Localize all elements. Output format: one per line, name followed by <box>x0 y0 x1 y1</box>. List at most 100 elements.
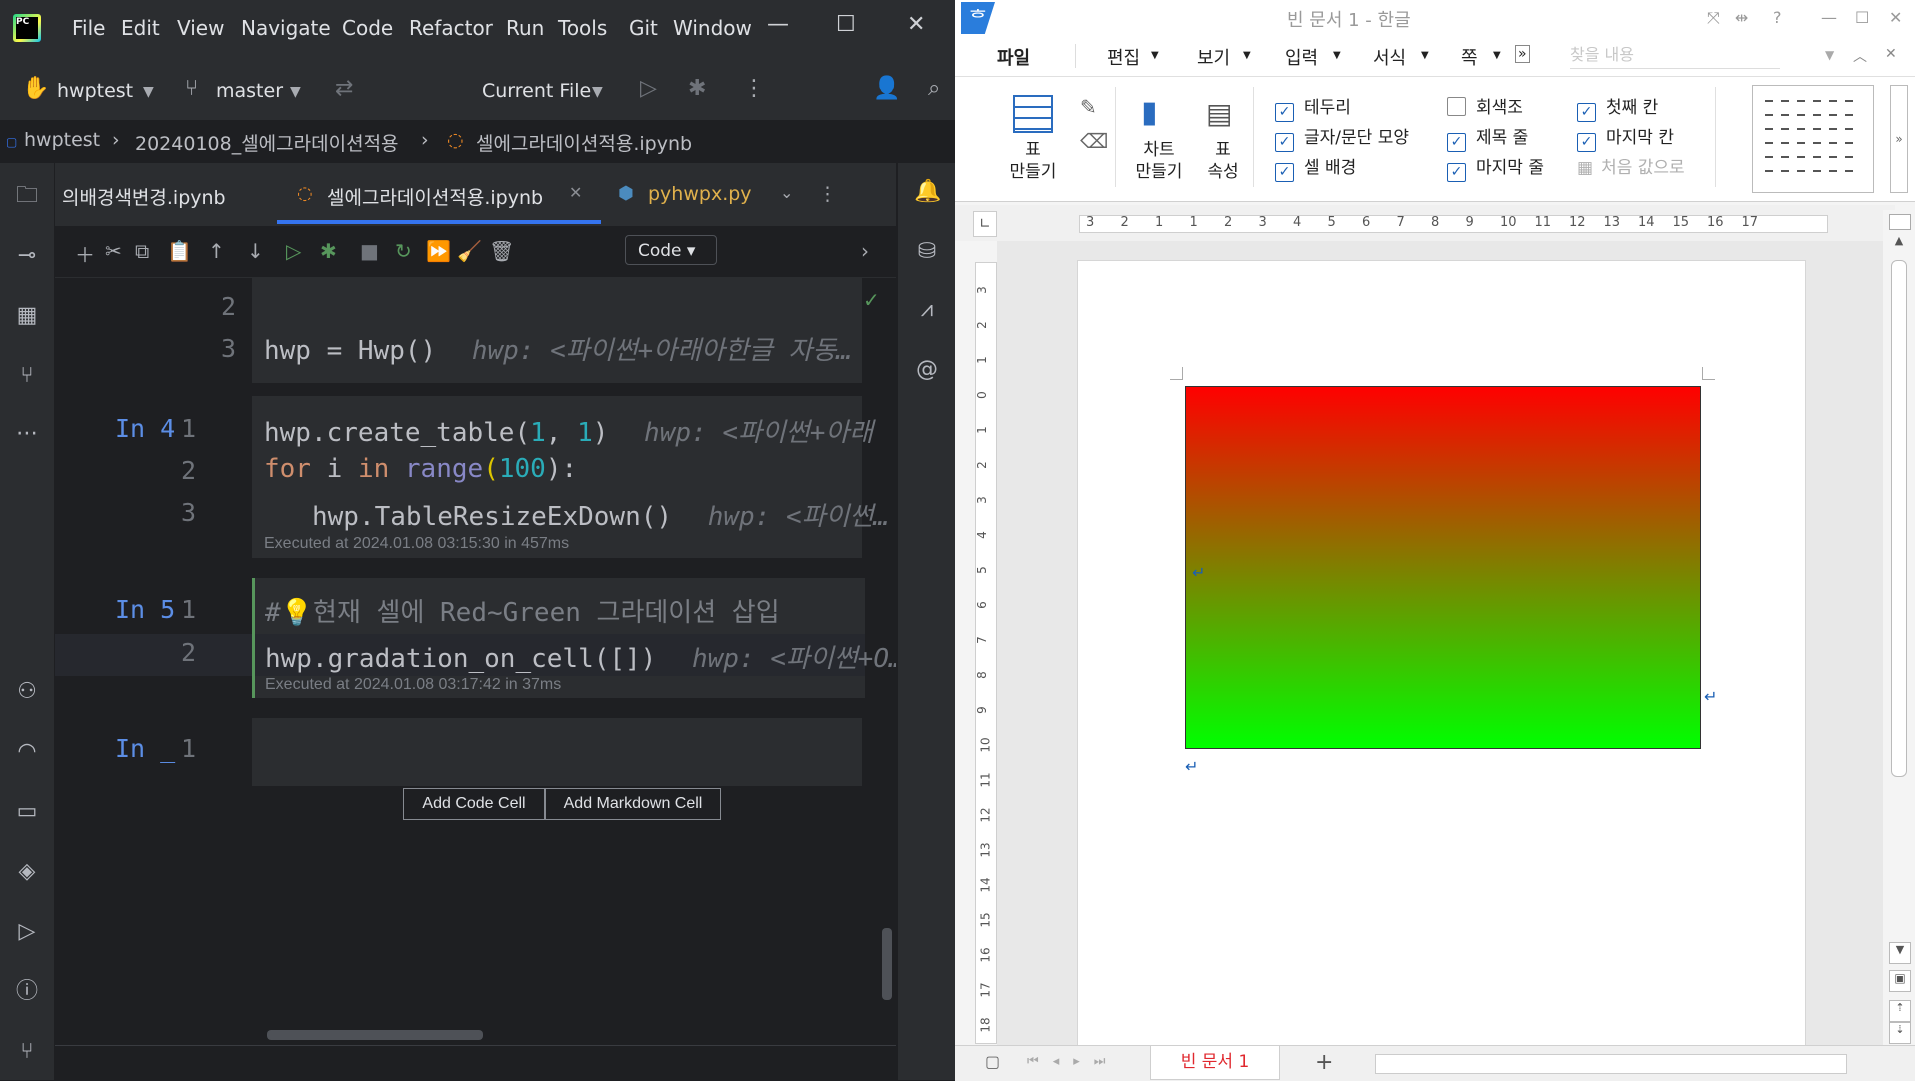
tabs-dropdown-icon[interactable]: ⌄ <box>780 183 793 202</box>
menu-edit[interactable]: Edit <box>121 16 160 40</box>
checkbox-grayscale[interactable]: 회색조 <box>1447 93 1523 118</box>
stop-icon[interactable]: ■ <box>360 239 379 263</box>
table-style-preview[interactable] <box>1752 85 1874 193</box>
copy-icon[interactable]: ⧉ <box>135 239 149 263</box>
fullscreen-icon[interactable]: ⤧ <box>1707 8 1720 28</box>
ribbon-expand-icon[interactable]: » <box>1890 85 1908 193</box>
help-icon[interactable]: ? <box>1773 8 1782 27</box>
add-markdown-cell-button[interactable]: Add Markdown Cell <box>545 788 721 820</box>
menu-file[interactable]: 파일 <box>997 44 1030 70</box>
menu-edit[interactable]: 편집 <box>1107 44 1140 70</box>
jupyter-icon[interactable]: ◠ <box>14 739 40 765</box>
menu-refactor[interactable]: Refactor <box>409 16 493 40</box>
checkbox-box[interactable]: ✓ <box>1577 133 1596 152</box>
menu-format[interactable]: 서식 <box>1373 44 1406 70</box>
scroll-up-icon[interactable]: ▲ <box>1889 234 1909 254</box>
next-page-icon[interactable]: ⇣ <box>1889 1022 1911 1044</box>
more-icon[interactable]: ⋮ <box>818 183 837 205</box>
cut-icon[interactable]: ✂ <box>105 239 122 263</box>
tab-bgcolor-notebook[interactable]: 의배경색변경.ipynb <box>62 183 226 210</box>
ai-assistant-icon[interactable]: @ <box>914 357 940 382</box>
database-icon[interactable]: ⛁ <box>914 239 940 264</box>
search-icon[interactable]: ⌕ <box>928 76 940 101</box>
cell-type-select[interactable]: Code ▾ <box>625 235 717 265</box>
pull-requests-icon[interactable]: ⑂ <box>14 363 40 389</box>
add-tab-icon[interactable]: + <box>1315 1050 1333 1075</box>
make-chart-button[interactable]: 차트 만들기 <box>1129 139 1189 183</box>
menu-view[interactable]: 보기 <box>1197 44 1230 70</box>
move-up-icon[interactable]: ↑ <box>208 239 225 263</box>
paste-icon[interactable]: 📋 <box>167 239 192 263</box>
table-erase-icon[interactable]: ⌫ <box>1080 129 1108 153</box>
minimize-icon[interactable]: — <box>1821 8 1837 27</box>
restart-icon[interactable]: ↻ <box>395 239 412 263</box>
code-cell[interactable]: hwp = Hwp() hwp: <파이썬+아래아한글 자동… <box>252 278 862 383</box>
maximize-icon[interactable]: ☐ <box>836 12 856 37</box>
menu-navigate[interactable]: Navigate <box>241 16 331 40</box>
checkbox-box[interactable] <box>1447 97 1466 116</box>
layers-icon[interactable]: ◈ <box>14 859 40 885</box>
debug-icon[interactable]: ✱ <box>688 76 706 101</box>
document-page[interactable]: ↵ ↵ ↵ <box>1078 261 1805 1051</box>
commit-icon[interactable]: ⊸ <box>14 243 40 269</box>
menu-window[interactable]: Window <box>673 16 752 40</box>
more-icon[interactable]: ⋮ <box>743 76 765 101</box>
breadcrumb-file[interactable]: 셀에그라데이션적용.ipynb <box>476 129 692 156</box>
terminal-icon[interactable]: ▭ <box>14 799 40 825</box>
vertical-scrollbar[interactable]: ▲ ▼ ▣ ⇡ ⇣ <box>1883 210 1915 1045</box>
run-config-selector[interactable]: Current File <box>482 80 591 102</box>
tab-pyhwpx[interactable]: pyhwpx.py <box>648 183 752 205</box>
scroll-thumb[interactable] <box>1891 260 1907 777</box>
structure-icon[interactable]: ▦ <box>14 303 40 329</box>
git-icon[interactable]: ⑂ <box>14 1039 40 1065</box>
project-selector[interactable]: hwptest <box>57 80 133 102</box>
table-props-button[interactable]: 표 속성 <box>1203 139 1243 183</box>
more-icon[interactable]: ⋯ <box>14 421 40 447</box>
clear-outputs-icon[interactable]: 🧹 <box>457 239 482 263</box>
chevron-down-icon[interactable]: ▼ <box>1825 48 1834 62</box>
run-icon[interactable]: ▷ <box>640 76 657 101</box>
code-cell[interactable]: hwp.create_table(1, 1) hwp: <파이썬+아래 for … <box>252 396 889 558</box>
menu-view[interactable]: View <box>177 16 224 40</box>
checkbox-last-row[interactable]: ✓ 마지막 줄 <box>1447 153 1544 182</box>
breadcrumb-project[interactable]: hwptest <box>24 129 100 151</box>
code-cell-selected[interactable]: #💡현재 셀에 Red~Green 그라데이션 삽입 hwp.gradation… <box>252 578 896 698</box>
checkbox-box[interactable]: ✓ <box>1447 163 1466 182</box>
tab-navigation-icon[interactable]: ⏮◂▸⏭ <box>1027 1054 1119 1069</box>
menu-code[interactable]: Code <box>342 16 393 40</box>
problems-icon[interactable]: ⓘ <box>14 979 40 1005</box>
checkbox-first-col[interactable]: ✓ 첫째 칸 <box>1577 93 1658 122</box>
scroll-top-icon[interactable] <box>1889 214 1911 230</box>
minimize-icon[interactable]: — <box>767 12 789 37</box>
python-console-icon[interactable]: ⚇ <box>14 679 40 705</box>
checkbox-cell-bg[interactable]: ✓ 셀 배경 <box>1275 153 1356 182</box>
sciview-icon[interactable]: ⩘ <box>914 297 940 322</box>
services-icon[interactable]: ▷ <box>14 919 40 945</box>
close-icon[interactable]: ✕ <box>907 12 925 37</box>
horizontal-scrollbar[interactable] <box>267 1030 483 1040</box>
add-user-icon[interactable]: 👤 <box>873 76 900 101</box>
close-icon[interactable]: ✕ <box>1885 46 1897 62</box>
delete-icon[interactable]: 🗑 <box>489 239 514 263</box>
move-down-icon[interactable]: ↓ <box>247 239 264 263</box>
folder-icon[interactable]: 🗀 <box>14 183 40 209</box>
vertical-scrollbar[interactable] <box>882 928 892 1000</box>
checkbox-box[interactable]: ✓ <box>1577 103 1596 122</box>
page-view-icon[interactable]: ▣ <box>1889 970 1911 992</box>
vcs-update-icon[interactable]: ⇄ <box>335 76 353 101</box>
checkbox-border[interactable]: ✓ 테두리 <box>1275 93 1351 122</box>
checkbox-box[interactable]: ✓ <box>1275 103 1294 122</box>
scroll-down-icon[interactable]: ▼ <box>1889 942 1911 964</box>
close-icon[interactable]: ✕ <box>1889 8 1902 27</box>
run-all-icon[interactable]: ⏩ <box>426 239 451 263</box>
search-input[interactable]: 찾을 내용 <box>1570 42 1780 69</box>
run-cell-icon[interactable]: ▷ <box>286 239 301 263</box>
debug-cell-icon[interactable]: ✱ <box>320 239 337 263</box>
add-cell-icon[interactable]: ＋ <box>75 239 95 268</box>
menu-insert[interactable]: 입력 <box>1285 44 1318 70</box>
chevron-right-icon[interactable]: › <box>861 239 869 263</box>
checkbox-last-col[interactable]: ✓ 마지막 칸 <box>1577 123 1674 152</box>
prev-page-icon[interactable]: ⇡ <box>1889 1000 1911 1022</box>
document-tab[interactable]: 빈 문서 1 <box>1150 1046 1280 1080</box>
reset-default-button[interactable]: ▦ 처음 값으로 <box>1577 153 1685 178</box>
